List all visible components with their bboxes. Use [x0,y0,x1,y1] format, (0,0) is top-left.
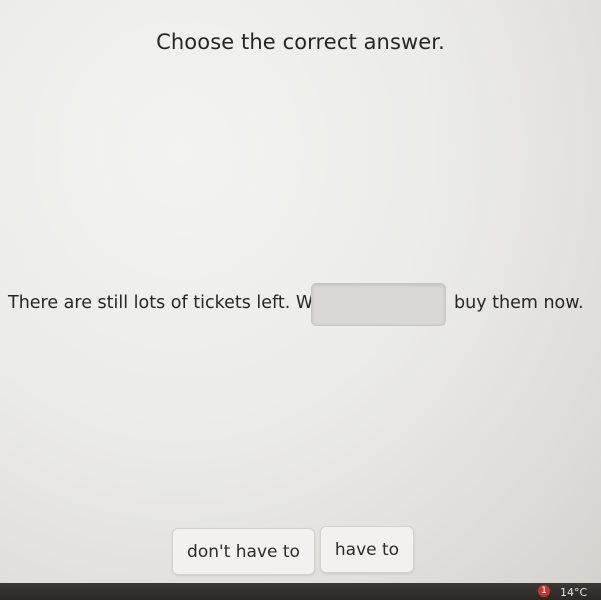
question-instruction: Choose the correct answer. [156,30,445,54]
option-have-to-button[interactable]: have to [320,526,414,573]
notification-badge-icon[interactable]: 1 [538,585,550,597]
sentence-after-blank: buy them now. [454,293,584,313]
sentence-before-blank: There are still lots of tickets left. We [8,293,323,313]
quiz-screen: Choose the correct answer. There are sti… [0,0,601,583]
answer-drop-slot[interactable] [311,283,446,326]
weather-temperature[interactable]: 14°C [560,586,587,599]
fill-in-sentence: There are still lots of tickets left. We… [8,283,598,327]
option-dont-have-to-button[interactable]: don't have to [172,528,315,575]
taskbar: 1 14°C [0,583,601,600]
